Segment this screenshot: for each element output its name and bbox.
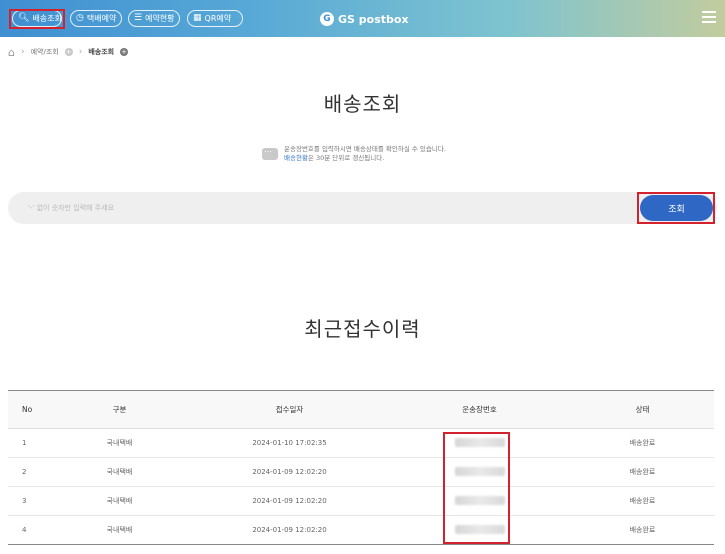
column-header-waybill: 운송장번호 — [388, 390, 571, 429]
row-type: 국내택배 — [48, 515, 191, 545]
row-type: 국내택배 — [48, 457, 191, 487]
row-type: 국내택배 — [48, 428, 191, 458]
nav-parcel-booking[interactable]: ◷ 택배예약 — [70, 10, 122, 27]
highlight-box-button — [637, 192, 715, 224]
top-navigation-bar: 🔍︎ 배송조회 ◷ 택배예약 ☰ 예약현황 ▦ QR예약 G GS postbo… — [0, 0, 725, 37]
gs-logo-icon: G — [320, 12, 334, 26]
row-date: 2024-01-09 12:02:20 — [191, 515, 388, 545]
column-header-type: 구분 — [48, 390, 191, 429]
nav-qr-booking[interactable]: ▦ QR예약 — [187, 10, 243, 27]
table-row[interactable]: 4 국내택배 2024-01-09 12:02:20 배송완료 — [8, 515, 714, 545]
logo-text: GS postbox — [338, 12, 409, 26]
plus-icon[interactable]: + — [120, 48, 129, 56]
document-icon: ☰ — [134, 13, 143, 23]
nav-label: 택배예약 — [86, 14, 117, 23]
breadcrumb: ⌂ › 예약/조회 + › 배송조회 + — [8, 45, 129, 59]
breadcrumb-item-delivery-lookup[interactable]: 배송조회 — [88, 47, 114, 57]
recent-history-table: No 구분 접수일자 운송장번호 상태 1 국내택배 2024-01-10 17… — [8, 390, 714, 545]
row-date: 2024-01-09 12:02:20 — [191, 486, 388, 516]
breadcrumb-item-booking[interactable]: 예약/조회 — [31, 47, 59, 57]
home-icon[interactable]: ⌂ — [8, 46, 15, 59]
nav-label: 예약현황 — [145, 14, 175, 23]
row-type: 국내택배 — [48, 486, 191, 516]
info-line-2: 은 30분 단위로 갱신됩니다. — [307, 154, 385, 162]
menu-icon[interactable] — [702, 11, 716, 23]
qr-icon: ▦ — [193, 13, 202, 23]
row-status: 배송완료 — [571, 428, 714, 458]
table-row[interactable]: 2 국내택배 2024-01-09 12:02:20 배송완료 — [8, 457, 714, 487]
info-text: 운송장번호를 입력하시면 배송상태를 확인하실 수 있습니다. 배송현황은 30… — [284, 145, 446, 163]
info-highlight: 배송현황 — [284, 154, 308, 162]
search-bar — [8, 192, 717, 224]
row-no: 4 — [8, 515, 48, 545]
gs-postbox-logo[interactable]: G GS postbox — [320, 11, 409, 27]
recent-history-title: 최근접수이력 — [304, 317, 421, 341]
row-status: 배송완료 — [571, 515, 714, 545]
table-row[interactable]: 1 국내택배 2024-01-10 17:02:35 배송완료 — [8, 428, 714, 458]
info-line-1: 운송장번호를 입력하시면 배송상태를 확인하실 수 있습니다. — [284, 145, 446, 153]
waybill-search-input[interactable] — [28, 202, 588, 214]
info-notice: 운송장번호를 입력하시면 배송상태를 확인하실 수 있습니다. 배송현황은 30… — [262, 145, 446, 163]
row-no: 2 — [8, 457, 48, 487]
column-header-date: 접수일자 — [191, 390, 388, 429]
chevron-right-icon: › — [20, 47, 25, 57]
plus-icon[interactable]: + — [64, 48, 73, 56]
row-status: 배송완료 — [571, 486, 714, 516]
table-header-row: No 구분 접수일자 운송장번호 상태 — [8, 390, 714, 429]
chat-bubble-icon — [262, 145, 278, 160]
nav-label: QR예약 — [204, 14, 232, 23]
nav-booking-status[interactable]: ☰ 예약현황 — [128, 10, 180, 27]
row-no: 3 — [8, 486, 48, 516]
clock-icon: ◷ — [76, 13, 84, 23]
highlight-box-nav — [9, 9, 65, 29]
row-date: 2024-01-10 17:02:35 — [191, 428, 388, 458]
column-header-status: 상태 — [571, 390, 714, 429]
chevron-right-icon: › — [78, 47, 83, 57]
highlight-box-waybill — [443, 432, 510, 544]
page-title: 배송조회 — [323, 92, 402, 116]
row-no: 1 — [8, 428, 48, 458]
row-date: 2024-01-09 12:02:20 — [191, 457, 388, 487]
table-row[interactable]: 3 국내택배 2024-01-09 12:02:20 배송완료 — [8, 486, 714, 516]
row-status: 배송완료 — [571, 457, 714, 487]
column-header-no: No — [8, 390, 48, 429]
